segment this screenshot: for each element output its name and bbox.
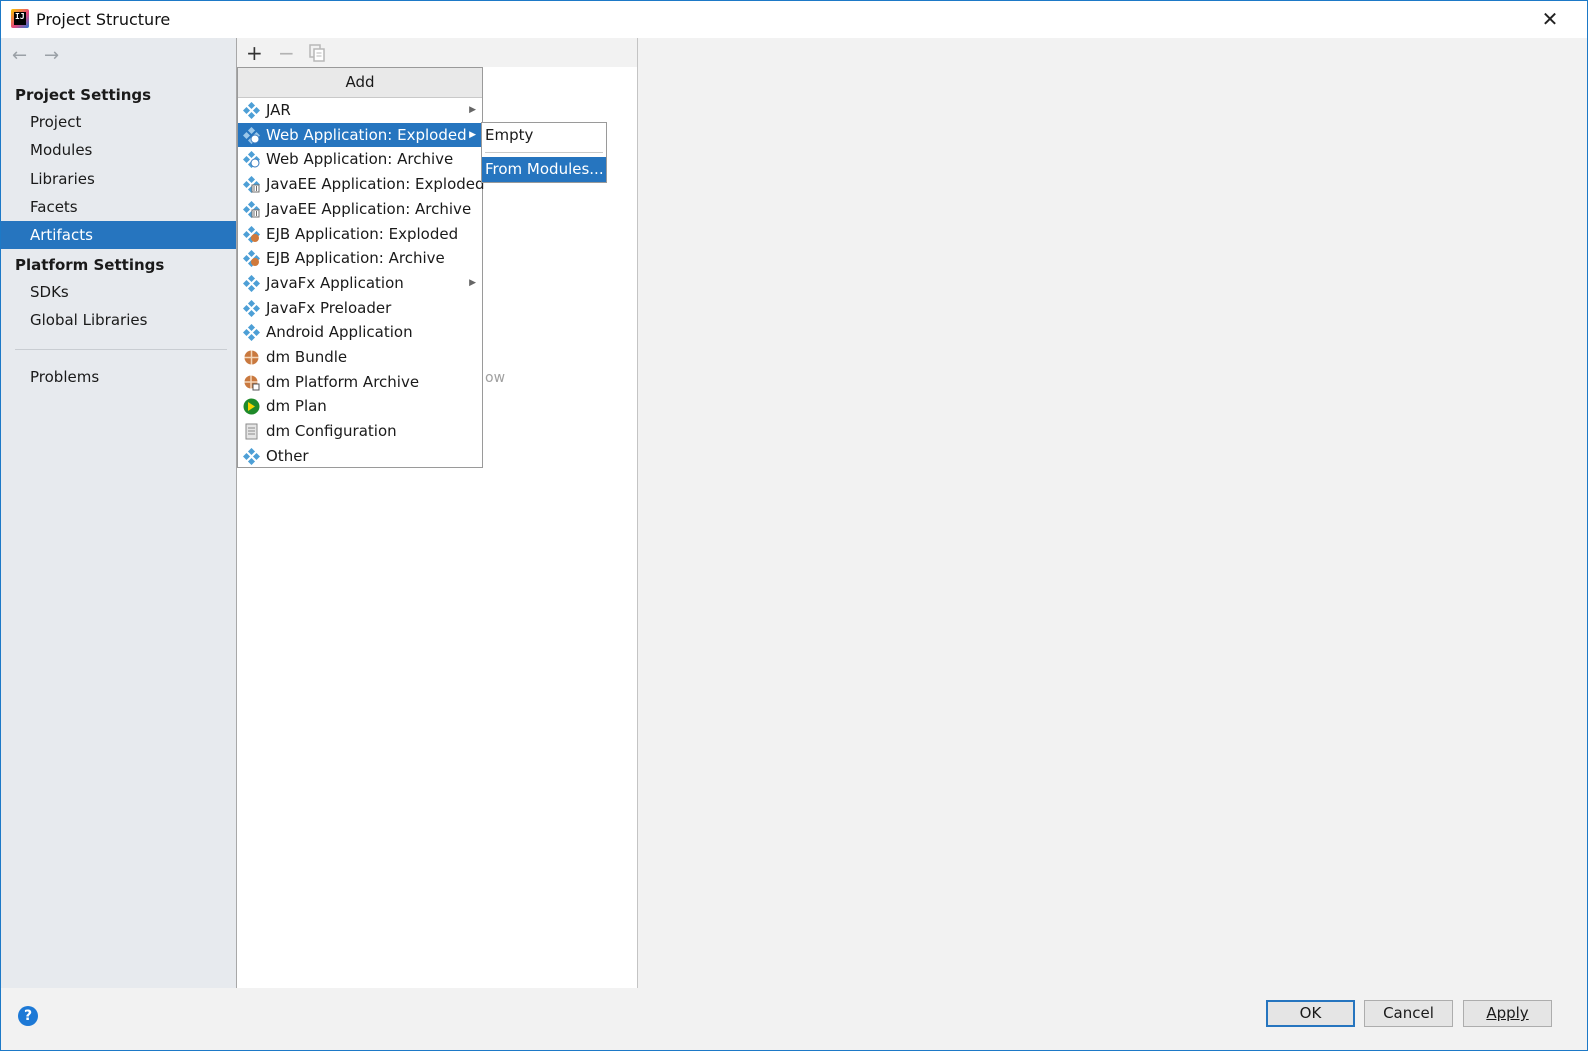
empty-list-hint: ow <box>485 370 506 386</box>
menu-item-label: JavaFx Application <box>266 273 404 292</box>
submenu-arrow-icon: ▶ <box>469 277 476 288</box>
menu-item-label: dm Platform Archive <box>266 372 420 391</box>
menu-item-label: EJB Application: Archive <box>266 249 445 268</box>
intellij-app-icon: IJ <box>11 9 29 28</box>
cancel-button[interactable]: Cancel <box>1364 1000 1453 1027</box>
sidebar-item-project[interactable]: Project <box>1 108 236 136</box>
bundle-archive-icon <box>244 375 260 391</box>
menu-item-label: Web Application: Archive <box>266 150 454 169</box>
help-icon[interactable]: ? <box>18 1006 38 1026</box>
menu-item-label: EJB Application: Exploded <box>266 224 459 243</box>
submenu-arrow-icon: ▶ <box>469 129 476 140</box>
menu-item-label: dm Configuration <box>266 422 397 441</box>
title-bar: IJ Project Structure ✕ <box>1 1 1587 38</box>
sidebar-item-facets[interactable]: Facets <box>1 193 236 221</box>
menu-item-jar[interactable]: JAR ▶ <box>238 98 482 123</box>
section-platform-settings: Platform Settings <box>15 256 165 274</box>
sidebar-item-sdks[interactable]: SDKs <box>1 278 236 306</box>
sidebar-separator <box>15 349 227 350</box>
artifacts-toolbar <box>237 38 637 67</box>
menu-item-other[interactable]: Other <box>238 444 482 469</box>
menu-item-label: Other <box>266 446 309 465</box>
menu-item-label: dm Plan <box>266 397 327 416</box>
section-project-settings: Project Settings <box>15 86 152 104</box>
menu-item-web-application-exploded[interactable]: Web Application: Exploded ▶ <box>238 122 482 148</box>
apply-button[interactable]: Apply <box>1463 1000 1552 1027</box>
add-artifact-popup: Add JAR ▶ Web Application: Exploded ▶ We… <box>237 67 485 469</box>
menu-item-dm-plan[interactable]: dm Plan <box>238 394 482 419</box>
web-artifact-icon <box>243 126 260 144</box>
copy-icon[interactable] <box>309 43 326 67</box>
menu-item-android-application[interactable]: Android Application <box>238 320 482 345</box>
javaee-artifact-icon <box>243 176 260 194</box>
web-artifact-icon <box>243 151 260 169</box>
bundle-icon <box>244 350 259 365</box>
submenu-item-empty[interactable]: Empty <box>482 123 606 148</box>
menu-item-label: JAR <box>266 101 291 119</box>
menu-item-label: Web Application: Exploded <box>266 125 467 144</box>
add-artifact-button[interactable]: + <box>246 41 263 65</box>
sidebar-item-modules[interactable]: Modules <box>1 136 236 164</box>
artifact-icon <box>243 447 260 465</box>
menu-item-label: Android Application <box>266 323 413 342</box>
menu-item-label: dm Bundle <box>266 348 348 366</box>
menu-item-web-application-archive[interactable]: Web Application: Archive <box>238 147 482 172</box>
menu-item-javafx-preloader[interactable]: JavaFx Preloader <box>238 296 482 321</box>
submenu-arrow-icon: ▶ <box>469 105 476 115</box>
menu-item-javaee-application-archive[interactable]: JavaEE Application: Archive <box>238 197 482 222</box>
artifact-icon <box>243 102 260 119</box>
menu-item-label: JavaFx Preloader <box>266 298 392 317</box>
apply-button-label: Apply <box>1486 1004 1529 1022</box>
remove-artifact-button[interactable]: − <box>278 41 295 65</box>
forward-arrow-icon[interactable]: → <box>44 45 59 66</box>
menu-item-dm-bundle[interactable]: dm Bundle <box>238 345 482 370</box>
menu-item-dm-platform-archive[interactable]: dm Platform Archive <box>238 370 482 395</box>
ok-button[interactable]: OK <box>1266 1000 1355 1027</box>
popup-title: Add <box>238 68 482 98</box>
menu-item-label: JavaEE Application: Archive <box>266 199 472 218</box>
web-exploded-submenu: Empty From Modules... <box>481 122 607 183</box>
artifact-icon <box>243 274 260 292</box>
sidebar-item-global-libraries[interactable]: Global Libraries <box>1 306 236 334</box>
configuration-file-icon <box>245 423 258 440</box>
submenu-separator <box>485 152 603 153</box>
plan-icon <box>243 398 260 415</box>
artifact-details-panel <box>638 38 1587 988</box>
menu-item-ejb-application-exploded[interactable]: EJB Application: Exploded <box>238 222 482 247</box>
menu-item-javafx-application[interactable]: JavaFx Application ▶ <box>238 271 482 296</box>
javaee-artifact-icon <box>243 200 260 218</box>
sidebar-item-problems[interactable]: Problems <box>1 363 236 391</box>
project-structure-dialog: IJ Project Structure ✕ ← → Project Setti… <box>0 0 1588 1051</box>
ejb-artifact-icon <box>243 250 260 268</box>
menu-item-javaee-application-exploded[interactable]: JavaEE Application: Exploded <box>238 172 485 197</box>
ejb-artifact-icon <box>243 225 260 243</box>
window-title: Project Structure <box>36 10 171 29</box>
sidebar-item-artifacts[interactable]: Artifacts <box>1 221 236 249</box>
artifact-icon <box>243 299 260 317</box>
menu-item-dm-configuration[interactable]: dm Configuration <box>238 419 482 444</box>
menu-item-ejb-application-archive[interactable]: EJB Application: Archive <box>238 246 482 271</box>
sidebar-item-libraries[interactable]: Libraries <box>1 165 236 193</box>
artifact-icon <box>243 324 260 342</box>
submenu-item-from-modules[interactable]: From Modules... <box>482 157 606 182</box>
close-icon[interactable]: ✕ <box>1537 6 1563 32</box>
back-arrow-icon[interactable]: ← <box>12 45 27 66</box>
menu-item-label: JavaEE Application: Exploded <box>266 175 485 194</box>
